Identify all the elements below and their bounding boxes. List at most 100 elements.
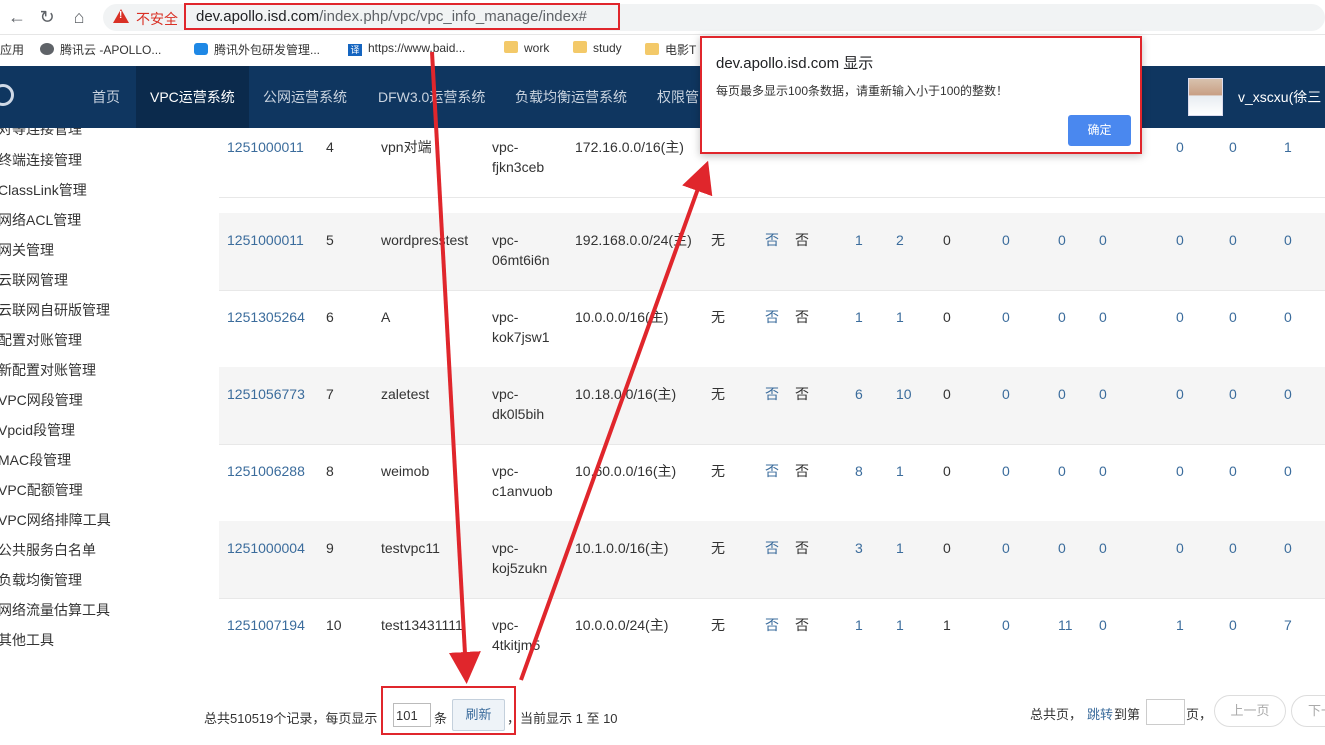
cell-n4[interactable]: 0 [1002,538,1010,558]
sidebar-item-acl[interactable]: 网络ACL管理 [0,210,81,230]
cell-n4[interactable]: 0 [1002,230,1010,250]
cell-n2[interactable]: 1 [896,615,904,635]
cell-n4[interactable]: 0 [1002,461,1010,481]
sidebar-item-whitelist[interactable]: 公共服务白名单 [0,540,96,560]
bookmark-folder-study[interactable]: study [573,41,622,55]
cell-n1[interactable]: 3 [855,538,863,558]
cell-n9[interactable]: 0 [1284,461,1292,481]
bookmark-item[interactable]: 腾讯外包研发管理... [194,41,320,58]
cell-n8[interactable]: 0 [1229,615,1237,635]
cell-n5[interactable]: 0 [1058,230,1066,250]
cell-n1[interactable]: 1 [855,230,863,250]
cell-n7[interactable]: 0 [1176,384,1184,404]
sidebar-item-new-config-recon[interactable]: 新配置对账管理 [0,360,96,380]
address-bar[interactable]: 不安全 dev.apollo.isd.com/index.php/vpc/vpc… [103,3,1325,31]
cell-n7[interactable]: 0 [1176,538,1184,558]
sidebar-item-vpcid[interactable]: Vpcid段管理 [0,420,75,440]
sidebar-item-peering[interactable]: 对等连接管理 [0,128,82,139]
sidebar-item-quota[interactable]: VPC配额管理 [0,480,83,500]
cell-n6[interactable]: 0 [1099,615,1107,635]
cell-c7[interactable]: 否 [765,538,779,558]
url-field[interactable]: dev.apollo.isd.com/index.php/vpc/vpc_inf… [184,3,620,30]
sidebar-item-terminal[interactable]: 终端连接管理 [0,150,82,170]
cell-n8[interactable]: 0 [1229,384,1237,404]
cell-n2[interactable]: 10 [896,384,912,404]
sidebar-item-other[interactable]: 其他工具 [0,630,54,650]
cell-appid[interactable]: 1251000011 [227,137,304,157]
sidebar-item-traffic[interactable]: 网络流量估算工具 [0,600,110,620]
cell-n6[interactable]: 0 [1099,461,1107,481]
cell-n2[interactable]: 1 [896,307,904,327]
cell-n7[interactable]: 1 [1176,615,1184,635]
sidebar-item-ccn[interactable]: 云联网管理 [0,270,68,290]
cell-appid[interactable]: 1251305264 [227,307,305,327]
sidebar-item-classlink[interactable]: ClassLink管理 [0,180,87,200]
cell-n9[interactable]: 0 [1284,230,1292,250]
cell-n8[interactable]: 0 [1229,230,1237,250]
cell-n6[interactable]: 0 [1099,538,1107,558]
cell-n9[interactable]: 1 [1284,137,1292,157]
cell-appid[interactable]: 1251000011 [227,230,304,250]
cell-appid[interactable]: 1251007194 [227,615,305,635]
cell-appid[interactable]: 1251056773 [227,384,305,404]
cell-n5[interactable]: 0 [1058,384,1066,404]
logo-icon[interactable] [0,84,14,106]
cell-n1[interactable]: 1 [855,307,863,327]
nav-load-balancer[interactable]: 负载均衡运营系统 [501,66,641,128]
nav-home[interactable]: 首页 [78,66,134,128]
cell-n1[interactable]: 6 [855,384,863,404]
cell-n4[interactable]: 0 [1002,615,1010,635]
bookmark-item[interactable]: 译 https://www.baid... [348,41,465,56]
home-icon[interactable]: ⌂ [67,5,91,29]
cell-n9[interactable]: 0 [1284,538,1292,558]
sidebar-item-lb[interactable]: 负载均衡管理 [0,570,82,590]
cell-n4[interactable]: 0 [1002,307,1010,327]
jump-link[interactable]: 跳转 [1087,704,1113,723]
prev-page-button[interactable]: 上一页 [1214,695,1286,727]
cell-n5[interactable]: 0 [1058,461,1066,481]
cell-n8[interactable]: 0 [1229,307,1237,327]
sidebar-item-ccn-self[interactable]: 云联网自研版管理 [0,300,110,320]
cell-c7[interactable]: 否 [765,230,779,250]
cell-n2[interactable]: 2 [896,230,904,250]
username[interactable]: v_xscxu(徐三 [1238,66,1321,128]
cell-n6[interactable]: 0 [1099,230,1107,250]
sidebar-item-troubleshoot[interactable]: VPC网络排障工具 [0,510,111,530]
cell-n5[interactable]: 11 [1058,615,1073,635]
bookmark-apps[interactable]: 应用 [0,41,24,58]
cell-n1[interactable]: 8 [855,461,863,481]
cell-n8[interactable]: 0 [1229,538,1237,558]
cell-n8[interactable]: 0 [1229,137,1237,157]
cell-n7[interactable]: 0 [1176,137,1184,157]
sidebar-item-gateway[interactable]: 网关管理 [0,240,54,260]
sidebar-item-config-recon[interactable]: 配置对账管理 [0,330,82,350]
cell-appid[interactable]: 1251000004 [227,538,305,558]
back-icon[interactable]: ← [5,5,29,29]
cell-n5[interactable]: 0 [1058,307,1066,327]
nav-public-network[interactable]: 公网运营系统 [249,66,361,128]
cell-n6[interactable]: 0 [1099,384,1107,404]
nav-dfw3[interactable]: DFW3.0运营系统 [364,66,499,128]
bookmark-folder-work[interactable]: work [504,41,549,55]
cell-appid[interactable]: 1251006288 [227,461,305,481]
nav-vpc[interactable]: VPC运营系统 [136,66,249,128]
bookmark-folder-movie[interactable]: 电影T [645,41,696,58]
cell-c7[interactable]: 否 [765,307,779,327]
cell-n6[interactable]: 0 [1099,307,1107,327]
cell-n9[interactable]: 0 [1284,307,1292,327]
goto-page-input[interactable] [1146,699,1185,725]
cell-n7[interactable]: 0 [1176,307,1184,327]
ok-button[interactable]: 确定 [1068,115,1131,146]
next-page-button[interactable]: 下一 [1291,695,1325,727]
avatar[interactable] [1188,78,1223,116]
cell-n2[interactable]: 1 [896,461,904,481]
cell-n5[interactable]: 0 [1058,538,1066,558]
reload-icon[interactable]: ↻ [35,5,59,29]
cell-c7[interactable]: 否 [765,384,779,404]
bookmark-item[interactable]: 腾讯云 -APOLLO... [40,41,161,58]
cell-c7[interactable]: 否 [765,461,779,481]
cell-n2[interactable]: 1 [896,538,904,558]
cell-n7[interactable]: 0 [1176,461,1184,481]
cell-c7[interactable]: 否 [765,615,779,635]
cell-n9[interactable]: 0 [1284,384,1292,404]
